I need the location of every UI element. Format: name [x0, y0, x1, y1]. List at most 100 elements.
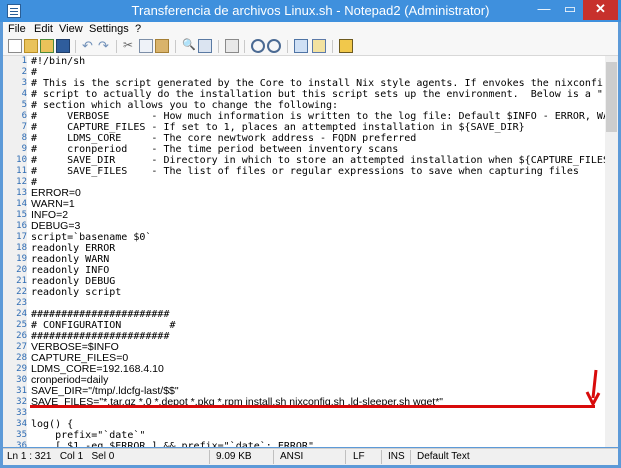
menu-help[interactable]: ? — [135, 23, 141, 35]
code-text: # LDMS_CORE - The core newtwork address … — [31, 133, 417, 144]
browse-icon[interactable] — [40, 39, 54, 53]
line-number: 30 — [16, 375, 27, 385]
code-text: script=`basename $0` — [31, 232, 152, 243]
code-text: # SAVE_FILES - The list of files or regu… — [31, 166, 579, 177]
line-number: 19 — [16, 254, 27, 264]
line-number: 29 — [16, 364, 27, 374]
toolbar-separator — [287, 40, 288, 53]
menu-edit[interactable]: Edit — [34, 23, 53, 35]
notepad2-window: Transferencia de archivos Linux.sh - Not… — [0, 0, 621, 468]
line-number: 26 — [16, 331, 27, 341]
code-text: # CAPTURE_FILES - If set to 1, places an… — [31, 122, 525, 133]
code-text: [ $1 -eq $ERROR ] && prefix="`date`: ERR… — [31, 441, 314, 447]
undo-icon[interactable]: ↶ — [82, 39, 96, 53]
line-number: 27 — [16, 342, 27, 352]
code-text: readonly script — [31, 287, 122, 298]
zoom-out-icon[interactable] — [267, 39, 281, 53]
code-text: prefix="`date`" — [31, 430, 146, 441]
code-text: readonly INFO — [31, 265, 110, 276]
cut-icon[interactable]: ✂ — [123, 39, 137, 53]
close-button[interactable]: ✕ — [583, 0, 618, 20]
line-number: 35 — [16, 430, 27, 440]
save-icon[interactable] — [56, 39, 70, 53]
title-bar[interactable]: Transferencia de archivos Linux.sh - Not… — [0, 0, 621, 22]
status-file-size: 9.09 KB — [216, 451, 252, 462]
redo-icon[interactable]: ↷ — [98, 39, 112, 53]
new-icon[interactable] — [8, 39, 22, 53]
line-number: 32 — [16, 397, 27, 407]
line-number: 6 — [21, 111, 27, 121]
code-text: readonly WARN — [31, 254, 110, 265]
line-number: 14 — [16, 199, 27, 209]
open-icon[interactable] — [24, 39, 38, 53]
code-text: # VERBOSE - How much information is writ… — [31, 111, 609, 122]
line-number: 36 — [16, 441, 27, 447]
status-position: Ln 1 : 321 Col 1 Sel 0 — [7, 451, 115, 462]
menu-settings[interactable]: Settings — [89, 23, 129, 35]
word-wrap-icon[interactable] — [225, 39, 239, 53]
code-text: # CONFIGURATION # — [31, 320, 176, 331]
menu-file[interactable]: File — [8, 23, 26, 35]
paste-icon[interactable] — [155, 39, 169, 53]
line-number: 21 — [16, 276, 27, 286]
code-text: # SAVE_DIR - Directory in which to store… — [31, 155, 609, 166]
toolbar-separator — [175, 40, 176, 53]
line-number: 20 — [16, 265, 27, 275]
status-scheme: Default Text — [417, 451, 470, 462]
minimize-button[interactable]: — — [531, 0, 557, 20]
copy-icon[interactable] — [139, 39, 153, 53]
customize-icon[interactable] — [312, 39, 326, 53]
exit-icon[interactable] — [339, 39, 353, 53]
replace-icon[interactable] — [198, 39, 212, 53]
red-underline-annotation — [30, 405, 595, 408]
status-ins: INS — [388, 451, 405, 462]
line-number: 22 — [16, 287, 27, 297]
line-number: 3 — [21, 78, 27, 88]
code-text: #!/bin/sh — [31, 56, 86, 67]
line-number: 33 — [16, 408, 27, 418]
toolbar-separator — [116, 40, 117, 53]
line-number: 25 — [16, 320, 27, 330]
line-number: 10 — [16, 155, 27, 165]
code-text: readonly ERROR — [31, 243, 116, 254]
line-number: 16 — [16, 221, 27, 231]
menu-bar: File Edit View Settings ? — [3, 22, 618, 38]
scrollbar-thumb[interactable] — [606, 62, 617, 132]
code-text: log() { — [31, 419, 74, 430]
line-number: 13 — [16, 188, 27, 198]
toolbar-separator — [244, 40, 245, 53]
code-text: # cronperiod - The time period between i… — [31, 144, 399, 155]
status-bar: Ln 1 : 321 Col 1 Sel 0 9.09 KB ANSI LF I… — [3, 448, 618, 465]
schemes-icon[interactable] — [294, 39, 308, 53]
toolbar-separator — [75, 40, 76, 53]
code-text: # This is the script generated by the Co… — [31, 78, 603, 89]
status-encoding: ANSI — [280, 451, 304, 462]
vertical-scrollbar[interactable] — [605, 56, 618, 447]
line-number: 4 — [21, 89, 27, 99]
window-title: Transferencia de archivos Linux.sh - Not… — [131, 3, 490, 18]
code-text: # script to actually do the installation… — [31, 89, 603, 100]
toolbar-separator — [332, 40, 333, 53]
line-number: 9 — [21, 144, 27, 154]
line-number: 15 — [16, 210, 27, 220]
line-number: 7 — [21, 122, 27, 132]
line-number: 5 — [21, 100, 27, 110]
line-number: 34 — [16, 419, 27, 429]
code-text: # section which allows you to change the… — [31, 100, 339, 111]
line-number: 31 — [16, 386, 27, 396]
zoom-in-icon[interactable] — [251, 39, 265, 53]
line-number: 18 — [16, 243, 27, 253]
line-number: 17 — [16, 232, 27, 242]
find-icon[interactable]: 🔍 — [182, 39, 196, 53]
toolbar: ↶ ↷ ✂ 🔍 — [3, 38, 618, 56]
menu-view[interactable]: View — [59, 23, 83, 35]
status-separator — [273, 450, 274, 464]
editor-area[interactable]: 1 #!/bin/sh 2 #3 # This is the script genera… — [3, 56, 618, 447]
code-text: # — [31, 67, 38, 78]
line-number: 24 — [16, 309, 27, 319]
code-text: ####################### — [31, 309, 170, 320]
red-arrow-annotation — [585, 369, 601, 408]
status-separator — [209, 450, 210, 464]
maximize-button[interactable]: ▭ — [557, 0, 583, 20]
status-separator — [345, 450, 346, 464]
